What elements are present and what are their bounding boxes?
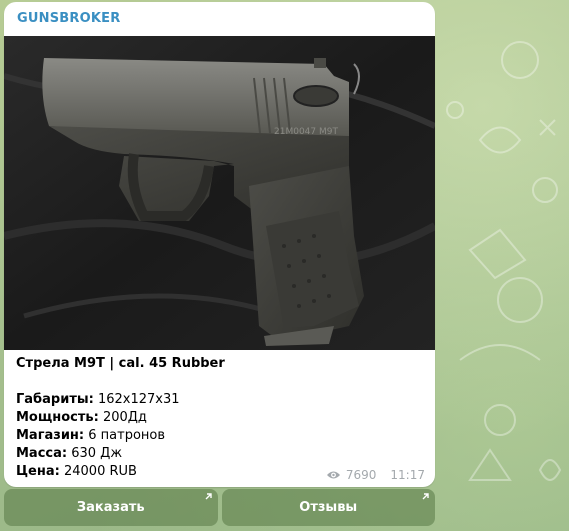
channel-post: GUNSBROKER 21M0047 M9T Стрела М9Т | cal.…	[4, 2, 435, 487]
spec-value: 24000 RUB	[63, 464, 137, 479]
spec-label: Габариты:	[16, 392, 94, 407]
post-caption: Стрела М9Т | cal. 45 Rubber Габариты: 16…	[16, 355, 426, 481]
post-photo[interactable]: 21M0047 M9T	[4, 36, 435, 350]
spec-value: 162x127x31	[97, 392, 180, 407]
serial-engraving: 21M0047 M9T	[274, 127, 338, 137]
views-eye-icon	[326, 471, 340, 479]
reviews-button-label: Отзывы	[299, 500, 358, 515]
pistol-photo-illustration: 21M0047 M9T	[4, 36, 435, 350]
channel-name[interactable]: GUNSBROKER	[17, 11, 120, 26]
order-button-label: Заказать	[76, 500, 145, 515]
spec-row: Габариты: 162x127x31	[16, 391, 426, 409]
reviews-button[interactable]: Отзывы	[221, 489, 435, 526]
spec-row: Мощность: 200Дд	[16, 409, 426, 427]
spec-label: Мощность:	[16, 410, 99, 425]
spec-label: Цена:	[16, 464, 60, 479]
order-button[interactable]: Заказать	[4, 489, 218, 526]
post-time: 11:17	[390, 468, 425, 482]
post-title: Стрела М9Т | cal. 45 Rubber	[16, 356, 225, 371]
spec-row: Магазин: 6 патронов	[16, 427, 426, 445]
external-link-arrow-icon	[422, 493, 429, 500]
post-meta: 7690 11:17	[326, 468, 425, 482]
spec-label: Масса:	[16, 446, 68, 461]
spec-label: Магазин:	[16, 428, 85, 443]
spec-row: Масса: 630 Дж	[16, 445, 426, 463]
external-link-arrow-icon	[205, 493, 212, 500]
spec-value: 6 патронов	[88, 428, 166, 443]
spec-value: 200Дд	[102, 410, 147, 425]
spec-value: 630 Дж	[71, 446, 123, 461]
view-count: 7690	[345, 468, 377, 482]
inline-keyboard: Заказать Отзывы	[4, 489, 435, 526]
